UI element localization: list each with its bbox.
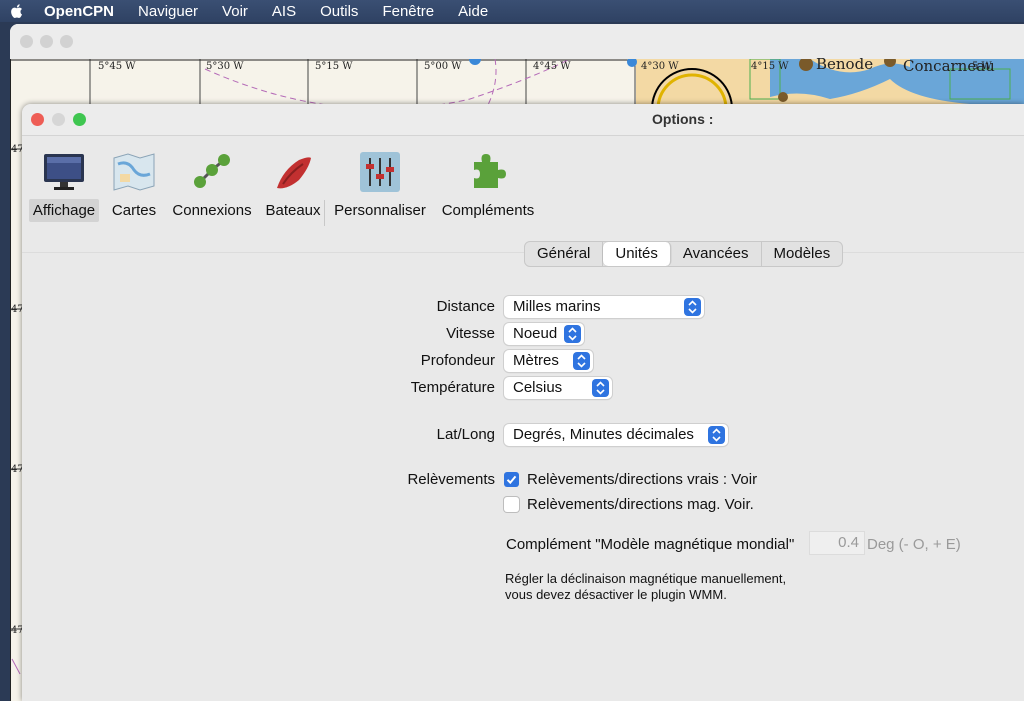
note-line: vous devez désactiver le plugin WMM. [505, 587, 727, 602]
latlong-label: Lat/Long [436, 426, 495, 443]
options-tabs: Général Unités Avancées Modèles [524, 241, 844, 267]
divider [22, 252, 1024, 253]
apple-icon[interactable] [10, 3, 24, 19]
puzzle-icon [474, 154, 506, 188]
wmm-note: Régler la déclinaison magnétique manuell… [505, 571, 786, 603]
declination-value: 0.4 [838, 534, 859, 551]
vitesse-select[interactable]: Noeud [504, 323, 584, 345]
lon-label: 4°45 W [533, 61, 571, 72]
toolbar-label: Cartes [111, 202, 157, 219]
temperature-select[interactable]: Celsius [504, 377, 612, 399]
menu-bar: OpenCPN Naviguer Voir AIS Outils Fenêtre… [0, 0, 1024, 22]
chart-minimize-button[interactable] [40, 35, 53, 48]
mag-bearings-checkbox[interactable] [504, 497, 519, 512]
chevron-updown-icon [564, 325, 581, 343]
sliders-icon [360, 152, 400, 192]
toolbar-separator [324, 200, 325, 226]
chevron-updown-icon [708, 426, 725, 444]
toolbar-label: Bateaux [265, 202, 321, 219]
lon-label: 5°15 W [315, 61, 353, 72]
menu-aide[interactable]: Aide [458, 3, 488, 20]
chart-close-button[interactable] [20, 35, 33, 48]
toolbar-bateaux[interactable]: Bateaux [262, 136, 324, 234]
lon-label: 4°15 W [751, 61, 789, 72]
latlong-value: Degrés, Minutes décimales [513, 426, 694, 443]
chevron-updown-icon [573, 352, 590, 370]
distance-select[interactable]: Milles marins [504, 296, 704, 318]
tab-unites[interactable]: Unités [603, 242, 671, 266]
tab-modeles[interactable]: Modèles [762, 242, 843, 266]
mag-bearings-label[interactable]: Relèvements/directions mag. Voir. [527, 496, 754, 513]
menu-fenetre[interactable]: Fenêtre [382, 3, 434, 20]
lon-label: 5°45 W [98, 61, 136, 72]
toolbar-personnaliser[interactable]: Personnaliser [332, 136, 428, 234]
vitesse-value: Noeud [513, 325, 558, 342]
profondeur-label: Profondeur [420, 352, 495, 369]
menu-naviguer[interactable]: Naviguer [138, 3, 198, 20]
options-dialog: Options : Affichage Cartes Connexions Ba… [22, 104, 1024, 701]
menu-ais[interactable]: AIS [272, 3, 296, 20]
true-bearings-checkbox[interactable] [504, 472, 519, 487]
lon-label: 5°00 W [424, 61, 462, 72]
place-name: Concarneau [903, 57, 995, 75]
options-toolbar: Affichage Cartes Connexions Bateaux Pers… [22, 136, 1024, 236]
declination-unit: Deg (- O, + E) [867, 536, 961, 553]
toolbar-cartes[interactable]: Cartes [108, 136, 160, 234]
latlong-select[interactable]: Degrés, Minutes décimales [504, 424, 728, 446]
toolbar-label: Compléments [441, 202, 535, 219]
charts-icon [113, 153, 155, 191]
temperature-value: Celsius [513, 379, 563, 396]
chart-zoom-button[interactable] [60, 35, 73, 48]
toolbar-affichage[interactable]: Affichage [28, 136, 100, 234]
true-bearings-label[interactable]: Relèvements/directions vrais : Voir [527, 471, 757, 488]
zoom-button[interactable] [73, 113, 86, 126]
chevron-updown-icon [684, 298, 701, 316]
options-title: Options : [652, 111, 714, 127]
relevements-label: Relèvements [407, 471, 495, 488]
toolbar-label: Personnaliser [334, 202, 426, 219]
toolbar-complements[interactable]: Compléments [438, 136, 538, 234]
monitor-icon [44, 154, 84, 190]
tab-general[interactable]: Général [525, 242, 604, 266]
temperature-label: Température [410, 379, 495, 396]
profondeur-value: Mètres [513, 352, 559, 369]
checkmark-icon [506, 475, 517, 485]
connections-icon [194, 154, 230, 188]
chevron-updown-icon [592, 379, 609, 397]
close-button[interactable] [31, 113, 44, 126]
toolbar-label: Connexions [172, 202, 252, 219]
declination-input[interactable]: 0.4 [810, 532, 864, 554]
menu-app-opencpn[interactable]: OpenCPN [44, 3, 114, 20]
menu-outils[interactable]: Outils [320, 3, 358, 20]
lon-label: 4°30 W [641, 61, 679, 72]
vitesse-label: Vitesse [446, 325, 495, 342]
distance-label: Distance [436, 298, 495, 315]
wmm-label: Complément "Modèle magnétique mondial" [506, 536, 795, 553]
menu-voir[interactable]: Voir [222, 3, 248, 20]
toolbar-label: Affichage [28, 199, 100, 222]
distance-value: Milles marins [513, 298, 601, 315]
minimize-button[interactable] [52, 113, 65, 126]
options-titlebar: Options : [22, 104, 1024, 136]
boat-icon [277, 157, 311, 189]
profondeur-select[interactable]: Mètres [504, 350, 593, 372]
tab-avancees[interactable]: Avancées [671, 242, 762, 266]
lon-label: 5°30 W [206, 61, 244, 72]
toolbar-connexions[interactable]: Connexions [170, 136, 254, 234]
note-line: Régler la déclinaison magnétique manuell… [505, 571, 787, 586]
place-name: Benode [816, 55, 874, 73]
